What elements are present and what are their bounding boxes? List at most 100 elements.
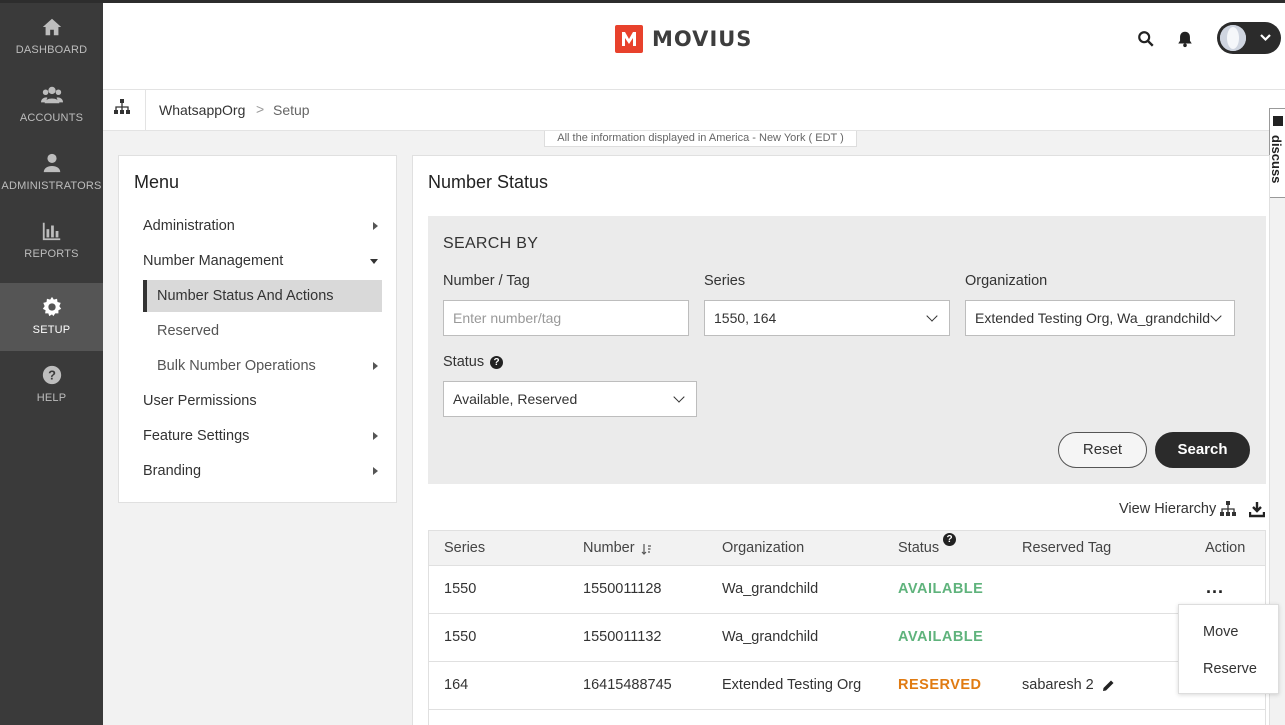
reset-button[interactable]: Reset: [1058, 432, 1147, 468]
nav-setup[interactable]: SETUP: [0, 283, 103, 351]
menu-title: Menu: [134, 172, 180, 192]
nav-reports-label: REPORTS: [24, 248, 79, 260]
setup-menu: Menu Administration Number Management Nu…: [118, 155, 397, 503]
discuss-icon: [1273, 116, 1283, 126]
sort-icon[interactable]: [641, 543, 652, 555]
discuss-tab[interactable]: discuss: [1269, 108, 1285, 198]
breadcrumb-divider: [145, 90, 146, 131]
menu-item-administration[interactable]: Administration: [143, 210, 383, 242]
cell-reserved-tag-wrap: sabaresh 2: [1022, 677, 1115, 693]
col-series[interactable]: Series: [444, 540, 485, 556]
help-icon[interactable]: ?: [943, 533, 956, 546]
caret-right-icon: [373, 362, 378, 370]
series-value: 1550, 164: [714, 310, 777, 326]
search-heading: SEARCH BY: [443, 235, 539, 252]
cell-organization: Extended Testing Org: [722, 677, 862, 693]
hierarchy-icon[interactable]: [113, 98, 131, 116]
table-row: 1550 1550011132 Wa_grandchild AVAILABLE: [428, 614, 1266, 662]
menu-item-label: Bulk Number Operations: [157, 358, 316, 374]
top-header: MOVIUS: [103, 3, 1285, 90]
brand-logo[interactable]: MOVIUS: [615, 25, 752, 53]
bell-icon[interactable]: [1176, 30, 1194, 48]
menu-item-reserved[interactable]: Reserved: [143, 315, 383, 347]
move-option[interactable]: Move: [1203, 624, 1238, 640]
chevron-down-icon: [926, 310, 938, 322]
nav-administrators-label: ADMINISTRATORS: [1, 180, 102, 192]
menu-item-label: Branding: [143, 463, 202, 479]
number-tag-label: Number / Tag: [443, 273, 530, 289]
nav-setup-label: SETUP: [32, 324, 71, 336]
gear-icon: [42, 296, 61, 317]
status-badge: RESERVED: [898, 677, 982, 693]
breadcrumb-separator: >: [256, 101, 265, 117]
nav-help-label: HELP: [36, 392, 67, 404]
timezone-notice: All the information displayed in America…: [544, 131, 857, 147]
col-number[interactable]: Number: [583, 540, 635, 556]
menu-item-number-management[interactable]: Number Management: [143, 245, 383, 277]
number-status-panel: Number Status SEARCH BY Number / Tag Ser…: [412, 155, 1270, 725]
cell-organization: Wa_grandchild: [722, 629, 819, 645]
col-organization[interactable]: Organization: [722, 540, 804, 556]
help-icon[interactable]: ?: [490, 356, 503, 369]
chevron-down-icon: [1260, 34, 1271, 42]
cell-series: 164: [444, 677, 469, 693]
cell-organization: Wa_grandchild: [722, 581, 819, 597]
nav-accounts-label: ACCOUNTS: [19, 112, 84, 124]
reserve-option[interactable]: Reserve: [1203, 661, 1257, 677]
cell-number: 1550011132: [583, 629, 662, 645]
question-icon: ?: [42, 365, 61, 385]
series-select[interactable]: 1550, 164: [704, 300, 950, 336]
col-status[interactable]: Status: [898, 540, 939, 556]
menu-item-label: Administration: [143, 218, 235, 234]
menu-item-user-permissions[interactable]: User Permissions: [143, 385, 383, 417]
search-icon[interactable]: [1137, 30, 1155, 48]
cell-reserved-tag: sabaresh 2: [1022, 677, 1094, 693]
nav-accounts[interactable]: ACCOUNTS: [0, 71, 103, 139]
menu-item-feature-settings[interactable]: Feature Settings: [143, 420, 383, 452]
pencil-icon[interactable]: [1102, 679, 1115, 692]
menu-item-label: User Permissions: [143, 393, 257, 409]
table-header: Series Number Organization Status ? Rese…: [428, 530, 1266, 566]
breadcrumb-setup[interactable]: Setup: [273, 102, 310, 118]
cell-number: 16415488745: [583, 677, 672, 693]
status-label: Status: [443, 354, 485, 370]
nav-dashboard[interactable]: DASHBOARD: [0, 3, 103, 71]
menu-item-branding[interactable]: Branding: [143, 455, 383, 487]
row-actions-icon[interactable]: ...: [1206, 578, 1224, 596]
menu-item-bulk-number-operations[interactable]: Bulk Number Operations: [143, 350, 383, 382]
status-select[interactable]: Available, Reserved: [443, 381, 697, 417]
download-icon[interactable]: [1249, 501, 1265, 518]
search-panel: SEARCH BY Number / Tag Series 1550, 164 …: [428, 216, 1266, 484]
menu-item-number-status-and-actions[interactable]: Number Status And Actions: [143, 280, 382, 312]
brand-name: MOVIUS: [652, 27, 753, 51]
col-reserved-tag: Reserved Tag: [1022, 540, 1112, 556]
breadcrumb-org[interactable]: WhatsappOrg: [159, 102, 245, 118]
hierarchy-icon[interactable]: [1219, 501, 1237, 517]
organization-value: Extended Testing Org, Wa_grandchild: [975, 310, 1211, 326]
cell-series: 1550: [444, 581, 477, 597]
avatar: [1220, 25, 1246, 51]
users-icon: [40, 86, 63, 104]
admin-icon: [43, 153, 60, 173]
table-row: 1550 1550011128 Wa_grandchild AVAILABLE …: [428, 566, 1266, 614]
caret-down-icon: [370, 259, 378, 264]
profile-menu[interactable]: [1217, 22, 1281, 54]
caret-right-icon: [373, 432, 378, 440]
discuss-label: discuss: [1269, 135, 1284, 184]
row-action-menu: Move Reserve: [1178, 604, 1279, 694]
nav-help[interactable]: ? HELP: [0, 351, 103, 419]
nav-administrators[interactable]: ADMINISTRATORS: [0, 139, 103, 207]
breadcrumb: WhatsappOrg > Setup: [103, 90, 1285, 131]
bar-chart-icon: [42, 222, 60, 241]
view-hierarchy-link[interactable]: View Hierarchy: [1119, 501, 1216, 517]
status-value: Available, Reserved: [453, 391, 578, 407]
nav-reports[interactable]: REPORTS: [0, 207, 103, 275]
organization-label: Organization: [965, 273, 1048, 289]
status-badge: AVAILABLE: [898, 581, 984, 597]
search-button[interactable]: Search: [1155, 432, 1250, 468]
number-tag-input[interactable]: [443, 300, 689, 336]
caret-right-icon: [373, 222, 378, 230]
organization-select[interactable]: Extended Testing Org, Wa_grandchild: [965, 300, 1235, 336]
svg-text:?: ?: [48, 368, 56, 383]
chevron-down-icon: [673, 391, 685, 403]
